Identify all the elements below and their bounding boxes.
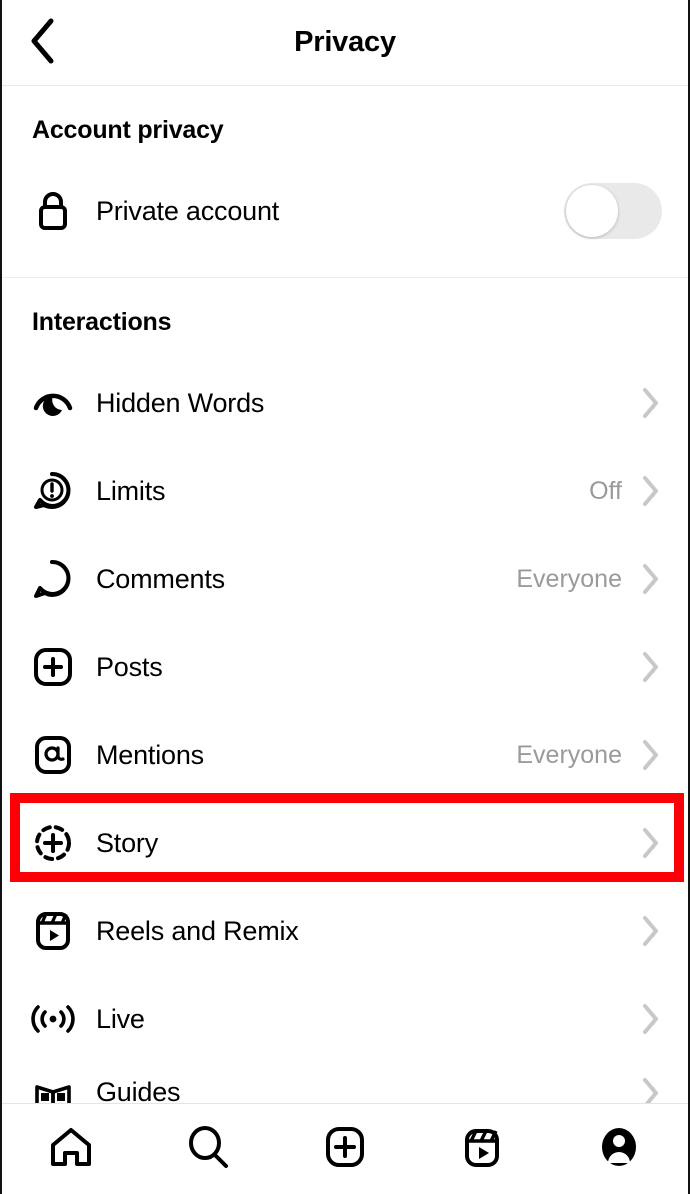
row-story[interactable]: Story — [2, 799, 688, 887]
row-label-limits: Limits — [96, 475, 166, 506]
chevron-right-icon — [640, 827, 662, 859]
limits-icon — [28, 466, 78, 516]
story-plus-icon — [28, 818, 78, 868]
row-label-posts: Posts — [96, 651, 163, 682]
home-icon — [47, 1123, 95, 1176]
row-mentions[interactable]: Mentions Everyone — [2, 711, 688, 799]
row-label-comments: Comments — [96, 563, 225, 594]
row-hidden-words[interactable]: Hidden Words — [2, 359, 688, 447]
hidden-words-icon — [28, 378, 78, 428]
row-private-account[interactable]: Private account — [2, 167, 688, 255]
app-header: Privacy — [2, 0, 688, 86]
back-button[interactable] — [12, 0, 72, 86]
row-label-live: Live — [96, 1003, 145, 1034]
row-label-mentions: Mentions — [96, 739, 204, 770]
create-plus-icon — [321, 1123, 369, 1176]
row-value-mentions: Everyone — [516, 740, 622, 769]
nav-reels[interactable] — [437, 1104, 527, 1194]
chevron-right-icon — [640, 475, 662, 507]
row-comments[interactable]: Comments Everyone — [2, 535, 688, 623]
nav-profile[interactable] — [574, 1104, 664, 1194]
row-limits[interactable]: Limits Off — [2, 447, 688, 535]
nav-create[interactable] — [300, 1104, 390, 1194]
toggle-knob — [566, 185, 618, 237]
row-value-limits: Off — [589, 476, 622, 505]
live-broadcast-icon — [28, 994, 78, 1044]
row-reels-and-remix[interactable]: Reels and Remix — [2, 887, 688, 975]
chevron-left-icon — [27, 17, 57, 70]
row-value-comments: Everyone — [516, 564, 622, 593]
lock-icon — [28, 186, 78, 236]
chevron-right-icon — [640, 651, 662, 683]
private-account-toggle[interactable] — [564, 183, 662, 239]
section-interactions: Interactions Hidden Words Limits Off Com… — [2, 278, 688, 1119]
chevron-right-icon — [640, 387, 662, 419]
section-title-account-privacy: Account privacy — [32, 116, 224, 144]
section-title-interactions: Interactions — [32, 308, 172, 336]
row-live[interactable]: Live — [2, 975, 688, 1063]
chevron-right-icon — [640, 1003, 662, 1035]
row-label-story: Story — [96, 827, 159, 858]
reels-icon — [458, 1123, 506, 1176]
mention-at-icon — [28, 730, 78, 780]
chevron-right-icon — [640, 915, 662, 947]
chevron-right-icon — [640, 739, 662, 771]
nav-search[interactable] — [163, 1104, 253, 1194]
nav-home[interactable] — [26, 1104, 116, 1194]
row-label-private-account: Private account — [96, 195, 280, 226]
section-account-privacy: Account privacy Private account — [2, 86, 688, 255]
reels-icon — [28, 906, 78, 956]
row-label-reels-and-remix: Reels and Remix — [96, 915, 299, 946]
bottom-navigation-bar — [2, 1103, 688, 1194]
row-posts[interactable]: Posts — [2, 623, 688, 711]
chevron-right-icon — [640, 563, 662, 595]
page-title: Privacy — [294, 26, 396, 58]
comment-bubble-icon — [28, 554, 78, 604]
posts-plus-icon — [28, 642, 78, 692]
search-icon — [184, 1123, 232, 1176]
row-label-hidden-words: Hidden Words — [96, 387, 265, 418]
profile-avatar-icon — [595, 1123, 643, 1176]
privacy-settings-screen: Privacy Account privacy Private account … — [0, 0, 690, 1194]
